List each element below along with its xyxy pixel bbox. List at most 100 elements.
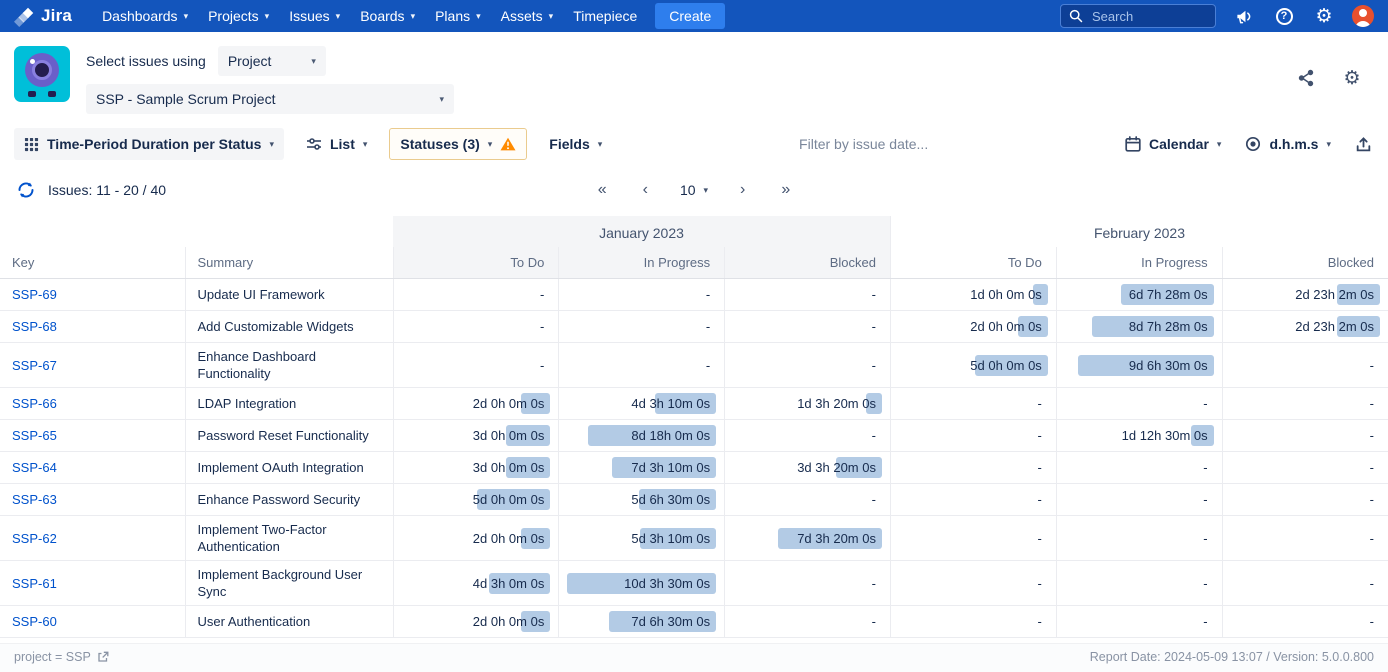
table-row: SSP-60User Authentication2d 0h 0m 0s7d 6… [0,606,1388,638]
issue-key-link[interactable]: SSP-66 [12,396,57,411]
issue-source-dropdown[interactable]: Project ▾ [218,46,326,76]
feedback-megaphone-icon[interactable] [1232,4,1256,28]
menu-assets[interactable]: Assets ▾ [491,0,564,32]
duration-value: 2d 0h 0m 0s [473,614,551,629]
issue-date-filter-input[interactable] [754,135,974,153]
duration-cell: - [725,561,891,606]
duration-value: 2d 0h 0m 0s [970,319,1048,334]
table-row: SSP-68Add Customizable Widgets---2d 0h 0… [0,311,1388,343]
time-format-dropdown[interactable]: d.h.m.s ▾ [1243,130,1333,158]
column-header-key: Key [0,247,185,279]
issue-key-cell: SSP-61 [0,561,185,606]
issue-key-link[interactable]: SSP-60 [12,614,57,629]
chevron-down-icon: ▾ [476,12,481,21]
duration-value: - [540,319,550,334]
external-link-icon [97,651,109,663]
issue-key-cell: SSP-62 [0,516,185,561]
issues-table: January 2023 February 2023 Key Summary T… [0,216,1388,638]
issue-key-cell: SSP-67 [0,343,185,388]
duration-cell: - [890,420,1056,452]
table-row: SSP-69Update UI Framework---1d 0h 0m 0s6… [0,279,1388,311]
next-page-button[interactable]: › [736,180,749,200]
fields-dropdown[interactable]: Fields ▾ [547,130,604,158]
create-button[interactable]: Create [655,3,725,29]
report-type-dropdown[interactable]: Time-Period Duration per Status ▾ [14,128,284,160]
issue-key-link[interactable]: SSP-69 [12,287,57,302]
duration-cell: 8d 18h 0m 0s [559,420,725,452]
duration-cell: 2d 0h 0m 0s [890,311,1056,343]
table-row: SSP-61Implement Background User Sync4d 3… [0,561,1388,606]
issue-key-link[interactable]: SSP-64 [12,460,57,475]
calendar-dropdown[interactable]: Calendar ▾ [1123,130,1223,158]
duration-value: - [1203,492,1213,507]
menu-label: Boards [360,8,404,24]
jql-query-link[interactable]: project = SSP [14,650,109,664]
issue-key-link[interactable]: SSP-62 [12,531,57,546]
column-header-inprogress-feb: In Progress [1056,247,1222,279]
issue-key-link[interactable]: SSP-61 [12,576,57,591]
issue-key-cell: SSP-60 [0,606,185,638]
report-settings-gear-icon[interactable]: ⚙ [1340,66,1364,90]
view-mode-dropdown[interactable]: List ▾ [304,130,369,158]
export-button[interactable] [1353,130,1374,159]
issue-key-link[interactable]: SSP-68 [12,319,57,334]
pager: « ‹ 10 ▾ › » [594,180,795,200]
top-navbar: Jira Dashboards ▾ Projects ▾ Issues ▾ Bo… [0,0,1388,32]
prev-page-button[interactable]: ‹ [639,180,652,200]
select-issues-label: Select issues using [86,53,206,69]
column-header-blocked-feb: Blocked [1222,247,1388,279]
table-row: SSP-63Enhance Password Security5d 0h 0m … [0,484,1388,516]
duration-value: 5d 6h 30m 0s [631,492,716,507]
table-row: SSP-64Implement OAuth Integration3d 0h 0… [0,452,1388,484]
issue-key-link[interactable]: SSP-63 [12,492,57,507]
first-page-button[interactable]: « [594,180,611,200]
chevron-down-icon: ▾ [439,95,444,104]
share-icon[interactable] [1294,66,1318,90]
pagination-row: Issues: 11 - 20 / 40 « ‹ 10 ▾ › » [0,170,1388,216]
issue-key-link[interactable]: SSP-65 [12,428,57,443]
duration-value: - [1370,531,1380,546]
project-dropdown[interactable]: SSP - Sample Scrum Project ▾ [86,84,454,114]
menu-label: Plans [435,8,470,24]
duration-value: 1d 3h 20m 0s [797,396,882,411]
page-size-dropdown[interactable]: 10 ▾ [680,182,708,198]
duration-value: 2d 23h 2m 0s [1295,287,1380,302]
last-page-button[interactable]: » [777,180,794,200]
user-avatar[interactable] [1352,5,1374,27]
duration-value: - [872,614,882,629]
report-footer: project = SSP Report Date: 2024-05-09 13… [0,643,1388,672]
jira-logo[interactable]: Jira [14,6,72,27]
menu-plans[interactable]: Plans ▾ [425,0,491,32]
duration-value: - [872,576,882,591]
duration-value: 10d 3h 30m 0s [624,576,716,591]
duration-cell: 5d 0h 0m 0s [890,343,1056,388]
menu-projects[interactable]: Projects ▾ [198,0,279,32]
duration-cell: 2d 23h 2m 0s [1222,311,1388,343]
menu-timepiece[interactable]: Timepiece [563,0,647,32]
refresh-icon[interactable] [14,178,38,202]
chevron-down-icon: ▾ [265,12,270,21]
settings-gear-icon[interactable]: ⚙ [1312,4,1336,28]
column-header-inprogress-jan: In Progress [559,247,725,279]
duration-value: - [1370,428,1380,443]
duration-cell: 7d 6h 30m 0s [559,606,725,638]
duration-cell: - [1222,420,1388,452]
duration-value: 5d 3h 10m 0s [631,531,716,546]
statuses-dropdown[interactable]: Statuses (3) ▾ [389,128,527,160]
global-search [1060,4,1216,28]
duration-cell: - [1056,516,1222,561]
search-input[interactable] [1090,8,1207,25]
duration-value: - [540,287,550,302]
issue-key-link[interactable]: SSP-67 [12,358,57,373]
duration-value: - [1370,396,1380,411]
project-name-value: SSP - Sample Scrum Project [96,91,275,107]
month-header-january: January 2023 [393,216,890,247]
issue-source-value: Project [228,53,272,69]
duration-cell: - [890,606,1056,638]
help-icon[interactable]: ? [1272,4,1296,28]
menu-dashboards[interactable]: Dashboards ▾ [92,0,198,32]
issue-key-cell: SSP-65 [0,420,185,452]
menu-issues[interactable]: Issues ▾ [279,0,350,32]
menu-boards[interactable]: Boards ▾ [350,0,425,32]
fields-label: Fields [549,136,589,152]
